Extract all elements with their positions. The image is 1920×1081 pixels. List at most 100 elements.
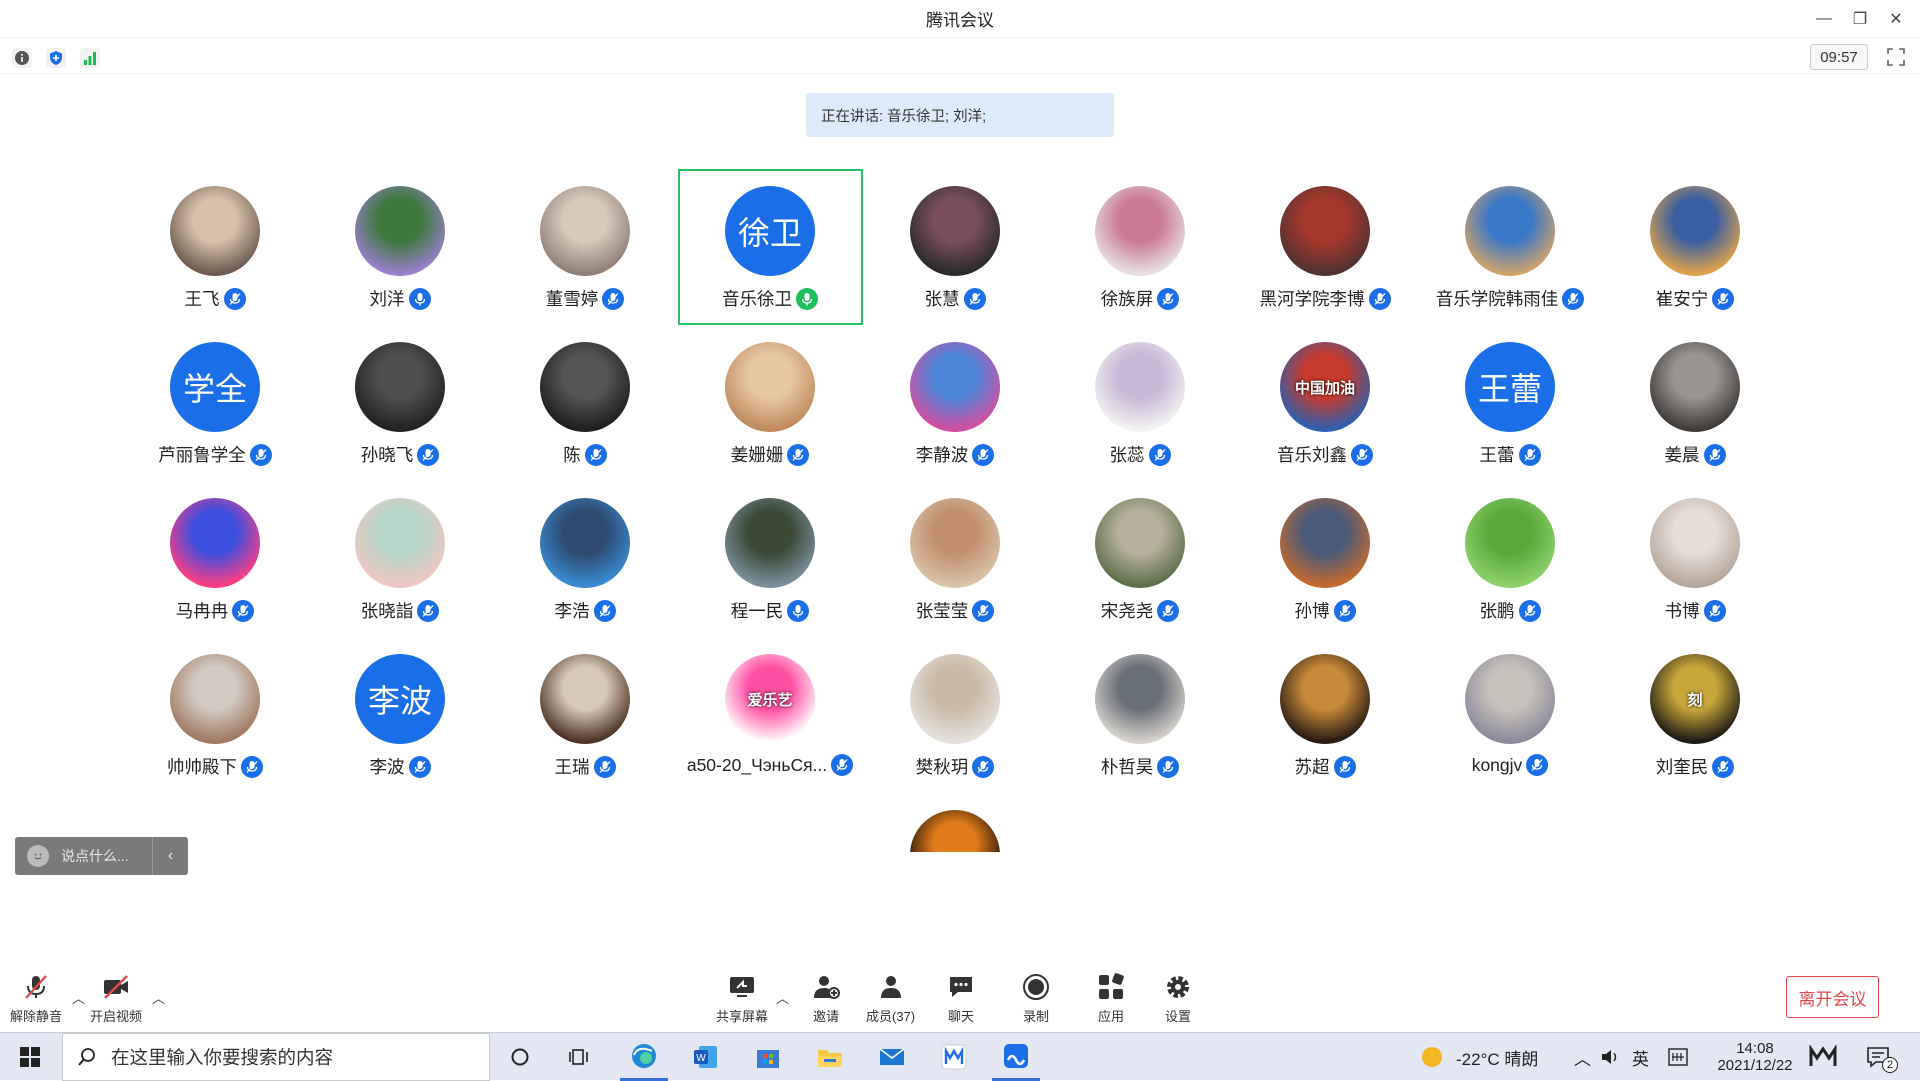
ime-mode-icon[interactable] — [1668, 1033, 1688, 1081]
notification-center-icon[interactable]: 2 — [1866, 1033, 1906, 1081]
participant-name-row: 姜晨 — [1610, 442, 1780, 467]
chat-button[interactable]: 聊天 — [946, 972, 976, 1025]
microphone-icon — [1157, 755, 1180, 778]
participant-name: 苏超 — [1294, 757, 1330, 777]
participant-tile[interactable]: 王瑞 — [500, 638, 670, 778]
participant-tile[interactable]: 马冉冉 — [130, 482, 300, 622]
avatar — [1650, 186, 1740, 276]
participant-tile[interactable]: 刘洋 — [315, 170, 485, 310]
share-options-chevron-icon[interactable]: ︿ — [776, 988, 789, 1007]
participant-name-row: 马冉冉 — [130, 598, 300, 623]
participant-tile[interactable]: 姜姗姗 — [685, 326, 855, 466]
participant-tile[interactable]: 张莹莹 — [870, 482, 1040, 622]
avatar — [1095, 654, 1185, 744]
members-button[interactable]: 成员(37) — [866, 972, 915, 1025]
emoji-icon[interactable] — [27, 845, 49, 867]
participant-name: 董雪婷 — [545, 289, 599, 309]
video-options-chevron-icon[interactable]: ︿ — [152, 988, 165, 1007]
participant-tile[interactable]: 崔安宁 — [1610, 170, 1780, 310]
participant-tile[interactable]: 苏超 — [1240, 638, 1410, 778]
chat-quick-input[interactable]: 说点什么... ‹ — [15, 837, 188, 875]
participant-tile[interactable]: 王飞 — [130, 170, 300, 310]
apps-button[interactable]: 应用 — [1096, 972, 1126, 1025]
microphone-icon — [787, 443, 810, 466]
cortana-icon[interactable] — [500, 1033, 540, 1081]
task-view-icon[interactable] — [560, 1033, 600, 1081]
avatar — [1095, 498, 1185, 588]
participant-tile[interactable]: 张晓詣 — [315, 482, 485, 622]
avatar — [170, 498, 260, 588]
start-video-button[interactable]: 开启视频 — [90, 972, 142, 1025]
avatar: 爱乐艺 — [725, 654, 815, 744]
avatar — [910, 498, 1000, 588]
participant-tile[interactable]: 朴哲昊 — [1055, 638, 1225, 778]
avatar — [910, 810, 1000, 852]
microphone-icon — [1703, 443, 1726, 466]
invite-button[interactable]: 邀请 — [811, 972, 841, 1025]
avatar — [910, 186, 1000, 276]
participant-tile[interactable]: 爱乐艺 a50-20_ЧэньСя... — [685, 638, 855, 778]
participant-tile[interactable]: 中国加油 音乐刘鑫 — [1240, 326, 1410, 466]
avatar — [1095, 342, 1185, 432]
windows-start-icon[interactable] — [0, 1033, 60, 1081]
unmute-button[interactable]: 解除静音 — [10, 972, 62, 1025]
collapse-chat-button[interactable]: ‹ — [152, 837, 188, 875]
microphone-icon — [584, 443, 607, 466]
participant-tile[interactable]: 张慧 — [870, 170, 1040, 310]
avatar — [1465, 498, 1555, 588]
participant-tile[interactable]: 陈 — [500, 326, 670, 466]
meeting-tray-icon[interactable] — [1808, 1033, 1838, 1081]
ime-indicator[interactable]: 英 — [1632, 1033, 1649, 1081]
avatar-caption: 爱乐艺 — [747, 691, 793, 709]
participant-tile[interactable] — [870, 794, 1040, 852]
taskbar-search-box[interactable]: 在这里输入你要搜索的内容 — [62, 1033, 490, 1081]
invite-user-icon — [814, 976, 840, 999]
taskbar-clock[interactable]: 14:08 2021/12/22 — [1700, 1033, 1810, 1081]
weather-widget[interactable]: -22°C 晴朗 — [1420, 1033, 1538, 1081]
participant-tile[interactable]: 学全 芦丽鲁学全 — [130, 326, 300, 466]
audio-options-chevron-icon[interactable]: ︿ — [72, 988, 85, 1007]
participant-tile[interactable]: 姜晨 — [1610, 326, 1780, 466]
tray-expand-chevron-icon[interactable]: ︿ — [1574, 1033, 1591, 1081]
participant-tile[interactable]: 徐族屏 — [1055, 170, 1225, 310]
participant-tile[interactable]: 张蕊 — [1055, 326, 1225, 466]
participant-tile[interactable]: 音乐学院韩雨佳 — [1425, 170, 1595, 310]
participant-tile[interactable]: 孙博 — [1240, 482, 1410, 622]
participant-name: 马冉冉 — [175, 601, 229, 621]
chat-label: 聊天 — [947, 1009, 974, 1024]
avatar — [355, 498, 445, 588]
file-explorer-icon[interactable] — [806, 1033, 854, 1081]
word-icon[interactable]: W — [682, 1033, 730, 1081]
volume-icon[interactable] — [1600, 1033, 1620, 1081]
store-icon[interactable] — [744, 1033, 792, 1081]
share-screen-button[interactable]: 共享屏幕 — [716, 972, 768, 1025]
participant-tile[interactable]: 董雪婷 — [500, 170, 670, 310]
edge-browser-icon[interactable] — [620, 1033, 668, 1081]
avatar — [1650, 498, 1740, 588]
participant-tile[interactable]: 王蕾 王蕾 — [1425, 326, 1595, 466]
participant-tile[interactable]: 帅帅殿下 — [130, 638, 300, 778]
wemeet-app-icon[interactable] — [930, 1033, 978, 1081]
participant-tile[interactable]: 李波 李波 — [315, 638, 485, 778]
microphone-icon — [1157, 287, 1180, 310]
participant-tile[interactable]: 李浩 — [500, 482, 670, 622]
participant-tile[interactable]: 樊秋玥 — [870, 638, 1040, 778]
mail-icon[interactable] — [868, 1033, 916, 1081]
settings-button[interactable]: 设置 — [1163, 972, 1193, 1025]
tencent-meeting-icon[interactable] — [992, 1033, 1040, 1081]
participant-tile[interactable]: 程一民 — [685, 482, 855, 622]
participant-tile[interactable]: 孙晓飞 — [315, 326, 485, 466]
participant-tile[interactable]: 刻刘奎民 — [1610, 638, 1780, 778]
leave-meeting-button[interactable]: 离开会议 — [1786, 976, 1879, 1018]
participant-name: 徐族屏 — [1100, 289, 1154, 309]
start-video-label: 开启视频 — [90, 1009, 143, 1024]
record-button[interactable]: 录制 — [1021, 972, 1051, 1025]
participant-tile[interactable]: 张鹏 — [1425, 482, 1595, 622]
participant-name-row: 音乐学院韩雨佳 — [1425, 286, 1595, 311]
participant-tile[interactable]: 李静波 — [870, 326, 1040, 466]
participant-tile[interactable]: 黑河学院李博 — [1240, 170, 1410, 310]
participant-tile[interactable]: 宋尧尧 — [1055, 482, 1225, 622]
participant-name: 王飞 — [184, 289, 220, 309]
participant-tile[interactable]: kongjv — [1425, 638, 1595, 778]
participant-tile[interactable]: 书博 — [1610, 482, 1780, 622]
